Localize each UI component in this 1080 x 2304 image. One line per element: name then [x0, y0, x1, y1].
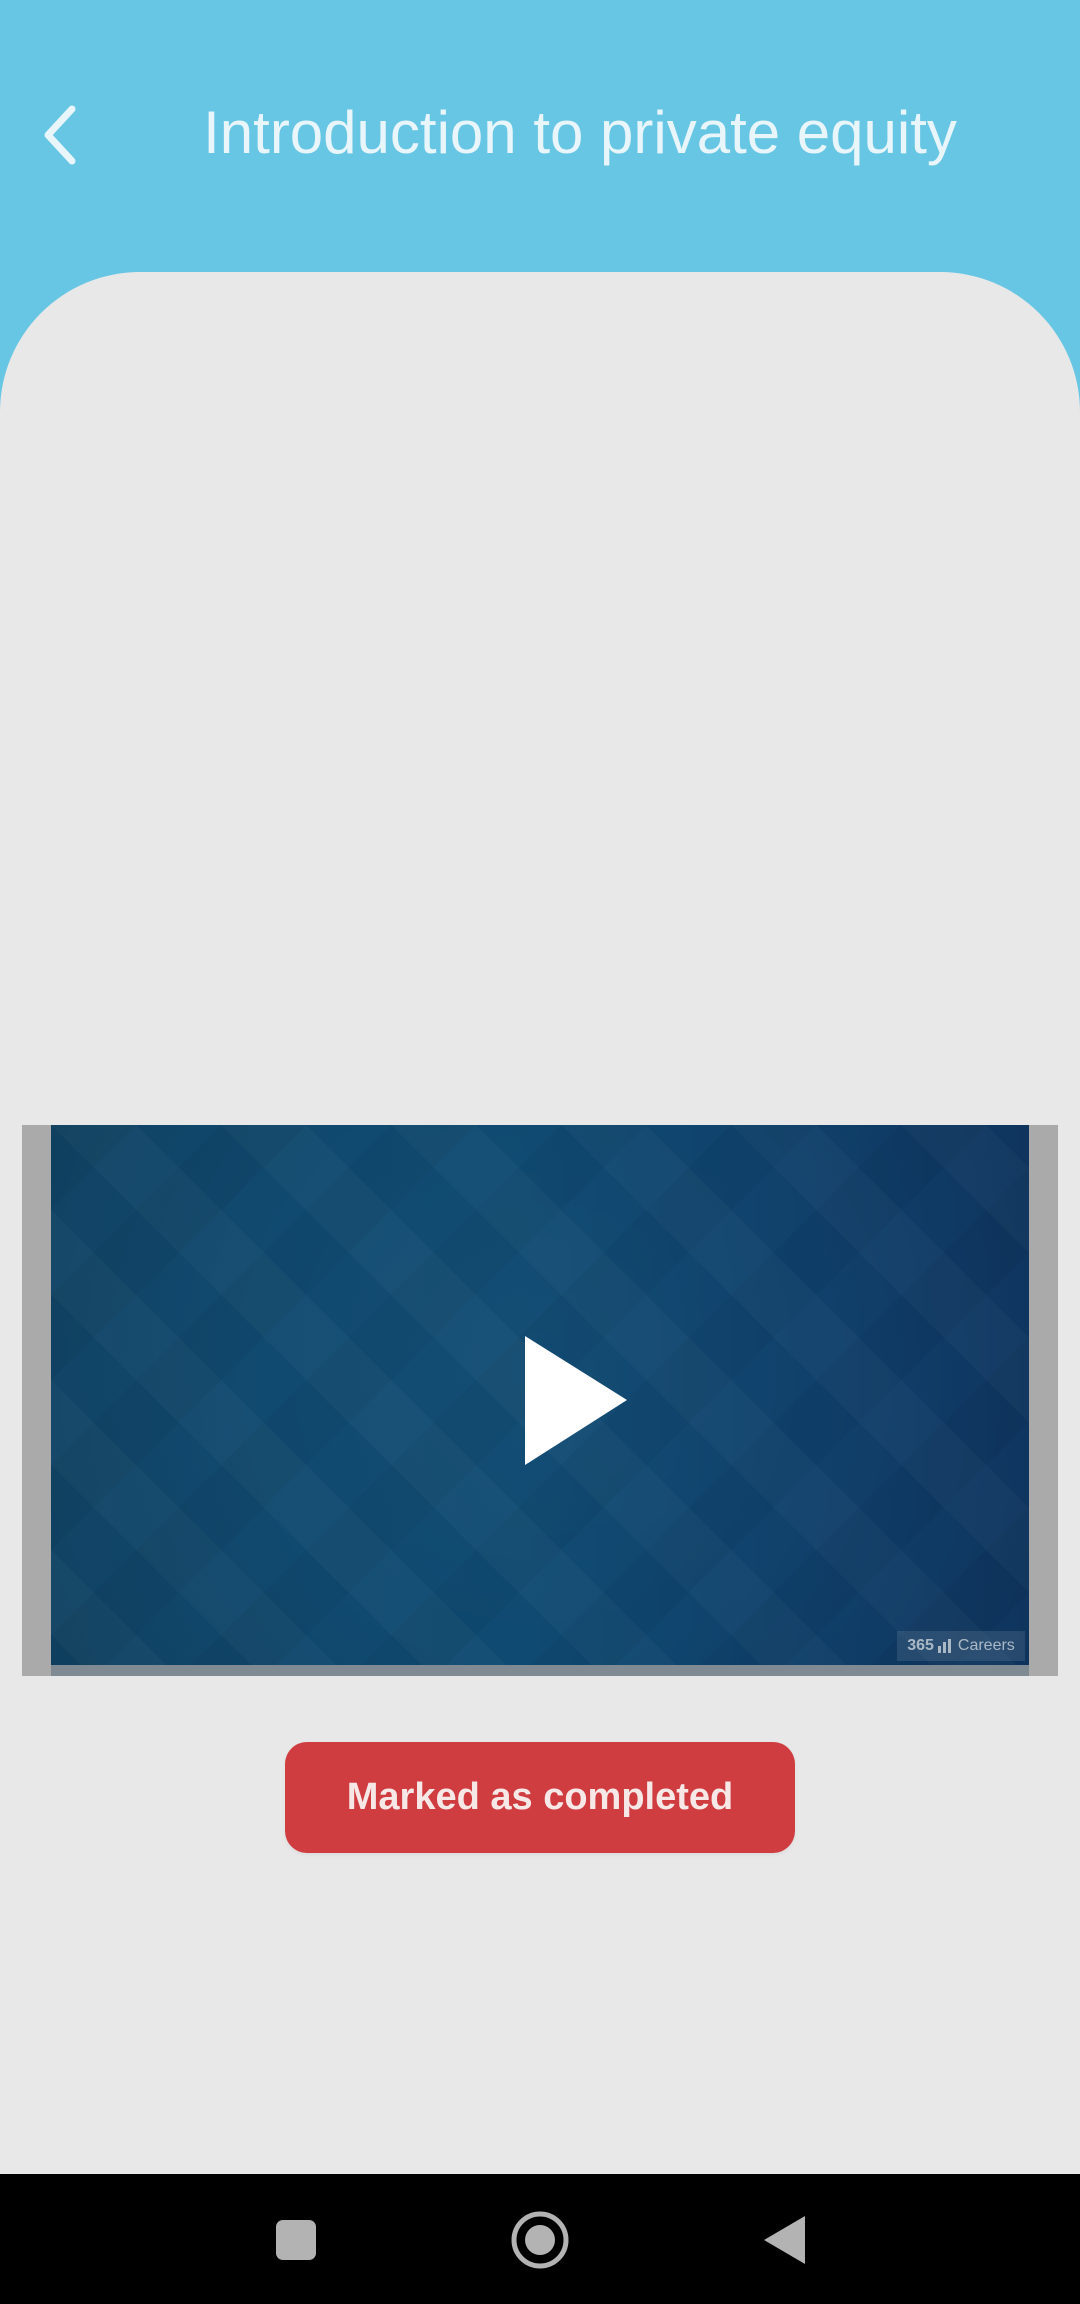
back-button[interactable] — [28, 92, 92, 178]
course-video-screen: Introduction to private equity 365 Caree… — [0, 0, 1080, 2304]
main-content: 365 Careers Marked as completed — [0, 272, 1080, 2304]
system-navigation-bar — [0, 2174, 1080, 2304]
home-button[interactable] — [500, 2200, 580, 2280]
video-thumbnail[interactable]: 365 Careers — [51, 1125, 1029, 1665]
bar-chart-icon — [937, 1639, 954, 1653]
back-triangle-icon — [764, 2216, 805, 2264]
app-header: Introduction to private equity — [0, 0, 1080, 272]
brand-number: 365 — [907, 1637, 934, 1654]
system-back-button[interactable] — [744, 2200, 824, 2280]
video-player[interactable]: 365 Careers — [22, 1125, 1058, 1676]
brand-name: Careers — [957, 1637, 1015, 1654]
play-icon[interactable] — [525, 1336, 655, 1471]
chevron-left-icon — [44, 105, 76, 165]
brand-watermark: 365 Careers — [897, 1631, 1025, 1661]
page-title: Introduction to private equity — [203, 99, 957, 166]
recent-apps-button[interactable] — [256, 2200, 336, 2280]
video-progress-bar[interactable] — [51, 1665, 1029, 1676]
home-circle-icon — [511, 2211, 569, 2269]
marked-completed-button[interactable]: Marked as completed — [285, 1742, 795, 1853]
square-nav-icon — [276, 2220, 316, 2260]
